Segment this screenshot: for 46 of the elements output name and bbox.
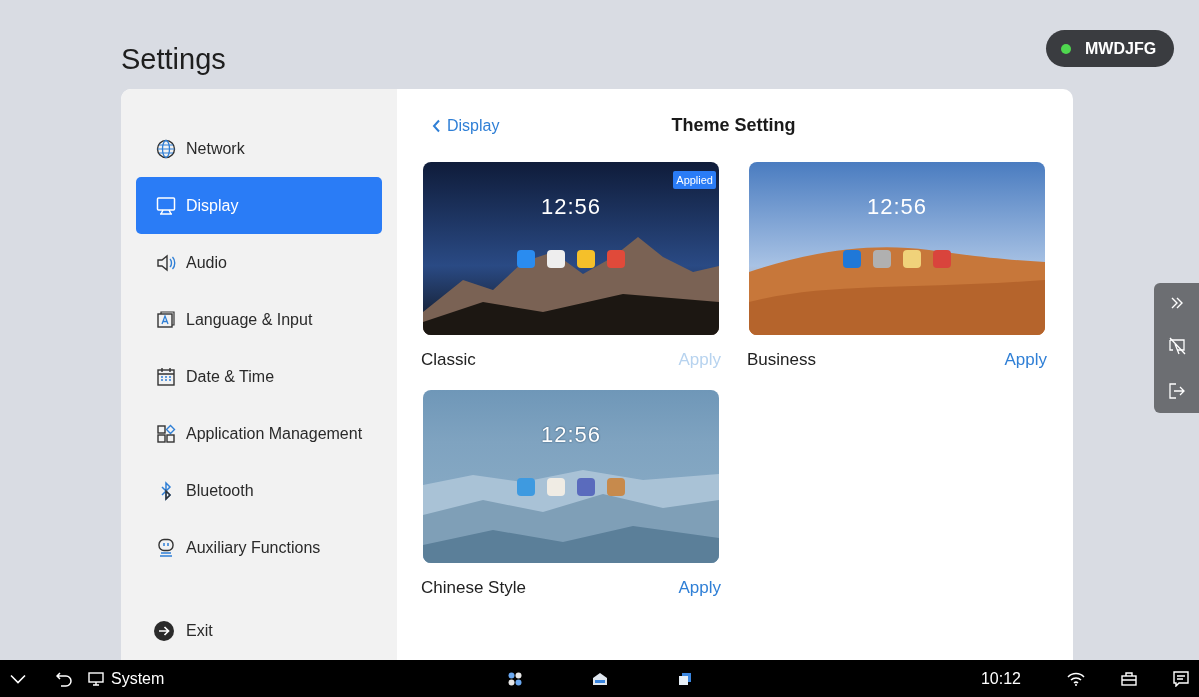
toolbox-icon[interactable] [1121,671,1137,686]
page-title: Settings [121,42,226,77]
chevron-left-icon [432,118,441,133]
assistant-icon [156,537,176,558]
globe-icon [156,138,176,159]
clock-time: 10:12 [980,669,1021,688]
back-arrow-icon[interactable] [56,670,72,687]
wifi-icon[interactable] [1067,671,1085,686]
apply-button[interactable]: Apply [678,578,721,598]
apply-button[interactable]: Apply [1004,350,1047,370]
windows-icon[interactable] [677,671,692,686]
exit-arrow-icon[interactable] [1167,381,1186,400]
sidebar-item[interactable]: Network [136,120,382,177]
theme-name: Business [747,350,816,370]
sidebar-item[interactable]: Date & Time [136,348,382,405]
preview-clock: 12:56 [540,422,602,448]
sidebar-item[interactable]: Language & Input [136,291,382,348]
applied-badge: Applied [673,171,716,189]
message-icon[interactable] [1173,670,1189,687]
taskbar-app-button[interactable]: System [88,669,165,688]
preview-clock: 12:56 [866,194,928,220]
back-link[interactable]: Display [423,116,500,135]
theme-name: Chinese Style [421,578,526,598]
apps-grid-icon [156,423,176,444]
apps-grid-icon[interactable] [507,671,522,686]
exit-icon [154,621,174,641]
sidebar-item[interactable]: Bluetooth [136,462,382,519]
language-icon [156,309,176,330]
content-title: Theme Setting [671,115,796,136]
double-chevron-icon[interactable] [1169,296,1184,311]
theme-name: Classic [421,350,476,370]
home-icon[interactable] [591,671,608,686]
exit-button[interactable]: Exit [136,616,213,646]
monitor-icon [88,671,104,686]
sidebar-item[interactable]: Audio [136,234,382,291]
sidebar-item[interactable]: Application Management [136,405,382,462]
screen-off-icon[interactable] [1167,337,1186,355]
preview-clock: 12:56 [540,194,602,220]
chevron-down-icon[interactable] [10,673,26,684]
monitor-icon [156,195,176,216]
device-name: MWDJFG [1085,39,1157,58]
speaker-icon [156,252,176,273]
sidebar-item[interactable]: Auxiliary Functions [136,519,382,576]
sidebar-item[interactable]: Display [136,177,382,234]
theme-preview[interactable]: 12:56 Applied [423,162,719,335]
calendar-icon [156,366,176,387]
